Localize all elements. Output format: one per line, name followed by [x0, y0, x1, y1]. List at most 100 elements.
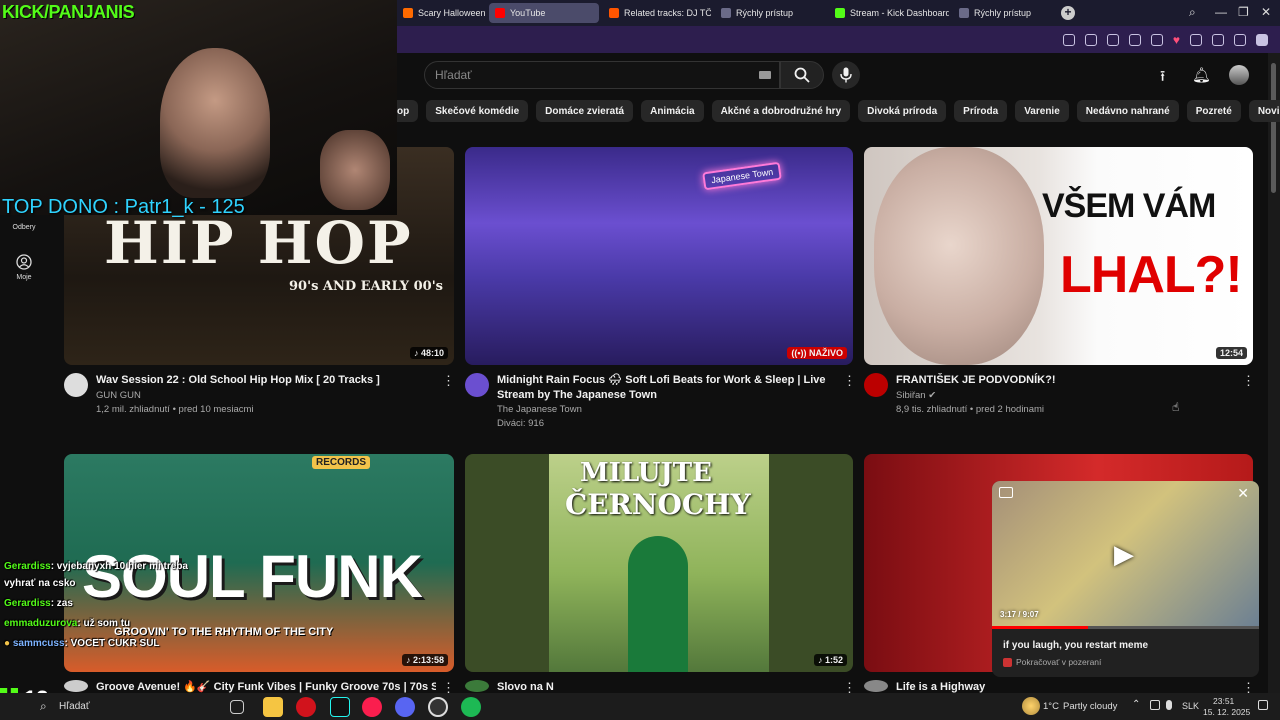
- tray-chevron-icon[interactable]: ⌃: [1132, 699, 1140, 710]
- duration-badge: ♪ 48:10: [409, 347, 448, 359]
- clock-time[interactable]: 23:51: [1213, 696, 1234, 706]
- chip-2[interactable]: Domáce zvieratá: [536, 100, 634, 122]
- channel-avatar[interactable]: [864, 680, 888, 692]
- opera-icon[interactable]: [296, 697, 316, 717]
- taskbar-search-icon[interactable]: ⌕: [40, 699, 47, 714]
- video-info-3: Groove Avenue! 🔥🎸 City Funk Vibes | Funk…: [64, 680, 455, 695]
- mini-player-progress-fill: [992, 626, 1089, 629]
- nav-you[interactable]: Moje: [8, 254, 40, 281]
- channel-avatar[interactable]: [465, 680, 489, 692]
- channel-avatar[interactable]: [64, 373, 88, 397]
- tab-youtube[interactable]: YouTube: [489, 3, 599, 23]
- mini-player[interactable]: ✕ ▶ 3:17 / 9:07 if you laugh, you restar…: [992, 481, 1259, 677]
- file-explorer-icon[interactable]: [263, 697, 283, 717]
- scrollbar-thumb[interactable]: [1271, 63, 1276, 193]
- search-input[interactable]: Hľadať: [424, 61, 780, 89]
- thumbnail-text: SOUL FUNK: [82, 543, 423, 610]
- camera-icon[interactable]: [1084, 33, 1097, 46]
- chip-0[interactable]: op: [397, 100, 419, 122]
- more-options-icon[interactable]: ⋮: [1242, 373, 1255, 389]
- upload-icon[interactable]: ⭱: [1160, 66, 1165, 91]
- video-thumbnail-slovo[interactable]: MILUJTE ČERNOCHY ♪ 1:52: [465, 454, 853, 672]
- clock-date[interactable]: 15. 12. 2025: [1203, 707, 1250, 717]
- video-title[interactable]: FRANTIŠEK JE PODVODNÍK?!: [896, 373, 1236, 388]
- channel-avatar[interactable]: [864, 373, 888, 397]
- chip-1[interactable]: Skečové komédie: [426, 100, 529, 122]
- chip-9[interactable]: Pozreté: [1186, 100, 1241, 122]
- video-title[interactable]: Midnight Rain Focus 🌧 Soft Lofi Beats fo…: [497, 373, 837, 403]
- chip-3[interactable]: Animácia: [641, 100, 704, 122]
- mini-player-video[interactable]: ✕ ▶ 3:17 / 9:07: [992, 481, 1259, 629]
- shield-icon[interactable]: [1106, 33, 1119, 46]
- tab-kick[interactable]: Stream - Kick Dashboard: [829, 3, 949, 23]
- tab-5[interactable]: Rýchly prístup: [953, 3, 1053, 23]
- edit-icon[interactable]: [1062, 33, 1075, 46]
- play-icon[interactable]: ▶: [1114, 539, 1134, 570]
- minimize-icon[interactable]: —: [1215, 5, 1227, 19]
- chip-4[interactable]: Akčné a dobrodružné hry: [711, 100, 851, 122]
- chip-6[interactable]: Príroda: [954, 100, 1008, 122]
- spotify-icon[interactable]: [461, 697, 481, 717]
- tiktok-icon[interactable]: [330, 697, 350, 717]
- more-options-icon[interactable]: ⋮: [843, 373, 856, 389]
- voice-search-button[interactable]: [832, 61, 860, 89]
- chip-5[interactable]: Divoká príroda: [858, 100, 947, 122]
- menu-icon[interactable]: [1212, 33, 1224, 46]
- mini-player-progress[interactable]: [992, 626, 1259, 629]
- weather-temp: 1°C: [1043, 701, 1059, 712]
- channel-avatar[interactable]: [465, 373, 489, 397]
- close-icon[interactable]: ✕: [1261, 5, 1271, 19]
- tab-2[interactable]: Related tracks: DJ TÖRKE: [603, 3, 711, 23]
- channel-name[interactable]: The Japanese Town: [497, 403, 582, 417]
- extensions-icon[interactable]: [1256, 33, 1268, 46]
- nav-label: Odbery: [12, 224, 36, 231]
- microphone-icon[interactable]: [1166, 700, 1172, 710]
- search-tabs-icon[interactable]: ⌕: [1189, 5, 1196, 20]
- avatar[interactable]: [1229, 65, 1249, 85]
- language-indicator[interactable]: SLK: [1182, 701, 1199, 711]
- video-title[interactable]: Life is a Highway: [896, 680, 1236, 693]
- continue-watching-link[interactable]: Pokračovať v pozeraní: [1003, 657, 1101, 667]
- expand-icon[interactable]: [999, 487, 1013, 498]
- category-chips: op Skečové komédie Domáce zvieratá Animácia…: [397, 100, 1280, 122]
- more-options-icon[interactable]: ⋮: [442, 373, 455, 389]
- video-thumbnail-frantisek[interactable]: VŠEM VÁM LHAL?! 12:54: [864, 147, 1253, 365]
- keyboard-icon[interactable]: [759, 71, 771, 79]
- tab-0[interactable]: Scary Halloween Music: [397, 3, 485, 23]
- heart-icon[interactable]: ♥: [1173, 34, 1180, 46]
- user-icon[interactable]: [1234, 33, 1246, 46]
- channel-name[interactable]: GUN GUN: [96, 389, 141, 403]
- channel-avatar[interactable]: [64, 680, 88, 692]
- chip-7[interactable]: Varenie: [1015, 100, 1069, 122]
- opera-gx-icon[interactable]: [362, 697, 382, 717]
- maximize-icon[interactable]: ❐: [1238, 5, 1249, 19]
- cube-icon[interactable]: [1150, 33, 1163, 46]
- chip-10[interactable]: Novinky pre vás: [1248, 100, 1280, 122]
- video-title[interactable]: Wav Session 22 : Old School Hip Hop Mix …: [96, 373, 436, 388]
- new-tab-button[interactable]: +: [1061, 6, 1075, 20]
- video-title[interactable]: Slovo na N: [497, 680, 837, 693]
- search-button[interactable]: [780, 61, 824, 89]
- network-icon[interactable]: [1150, 700, 1160, 710]
- tab-3[interactable]: Rýchly prístup: [715, 3, 825, 23]
- taskbar-search[interactable]: Hľadať: [59, 701, 90, 712]
- microphone-icon: [840, 67, 852, 83]
- close-icon[interactable]: ✕: [1237, 485, 1249, 502]
- notifications-icon[interactable]: 🔔︎: [1192, 66, 1211, 84]
- playlist-icon: [1003, 657, 1012, 667]
- video-title[interactable]: Groove Avenue! 🔥🎸 City Funk Vibes | Funk…: [96, 680, 436, 693]
- obs-icon[interactable]: [428, 697, 448, 717]
- download-icon[interactable]: [1190, 33, 1202, 46]
- video-meta: 8,9 tis. zhliadnutí • pred 2 hodinami: [896, 404, 1045, 415]
- video-thumbnail-lofi[interactable]: Japanese Town ((•)) NAŽIVO: [465, 147, 853, 365]
- scrollbar[interactable]: [1268, 53, 1280, 693]
- nav-subscriptions[interactable]: Odbery: [8, 224, 40, 231]
- thumbnail-text: HIP HOP: [104, 209, 413, 277]
- task-view-icon[interactable]: [230, 700, 244, 714]
- duration-badge: ♪ 1:52: [813, 654, 847, 666]
- chip-8[interactable]: Nedávno nahrané: [1076, 100, 1179, 122]
- play-icon[interactable]: [1128, 33, 1141, 46]
- channel-name[interactable]: Sibiřan ✔︎: [896, 389, 936, 403]
- discord-icon[interactable]: [395, 697, 415, 717]
- notifications-icon[interactable]: [1258, 700, 1268, 710]
